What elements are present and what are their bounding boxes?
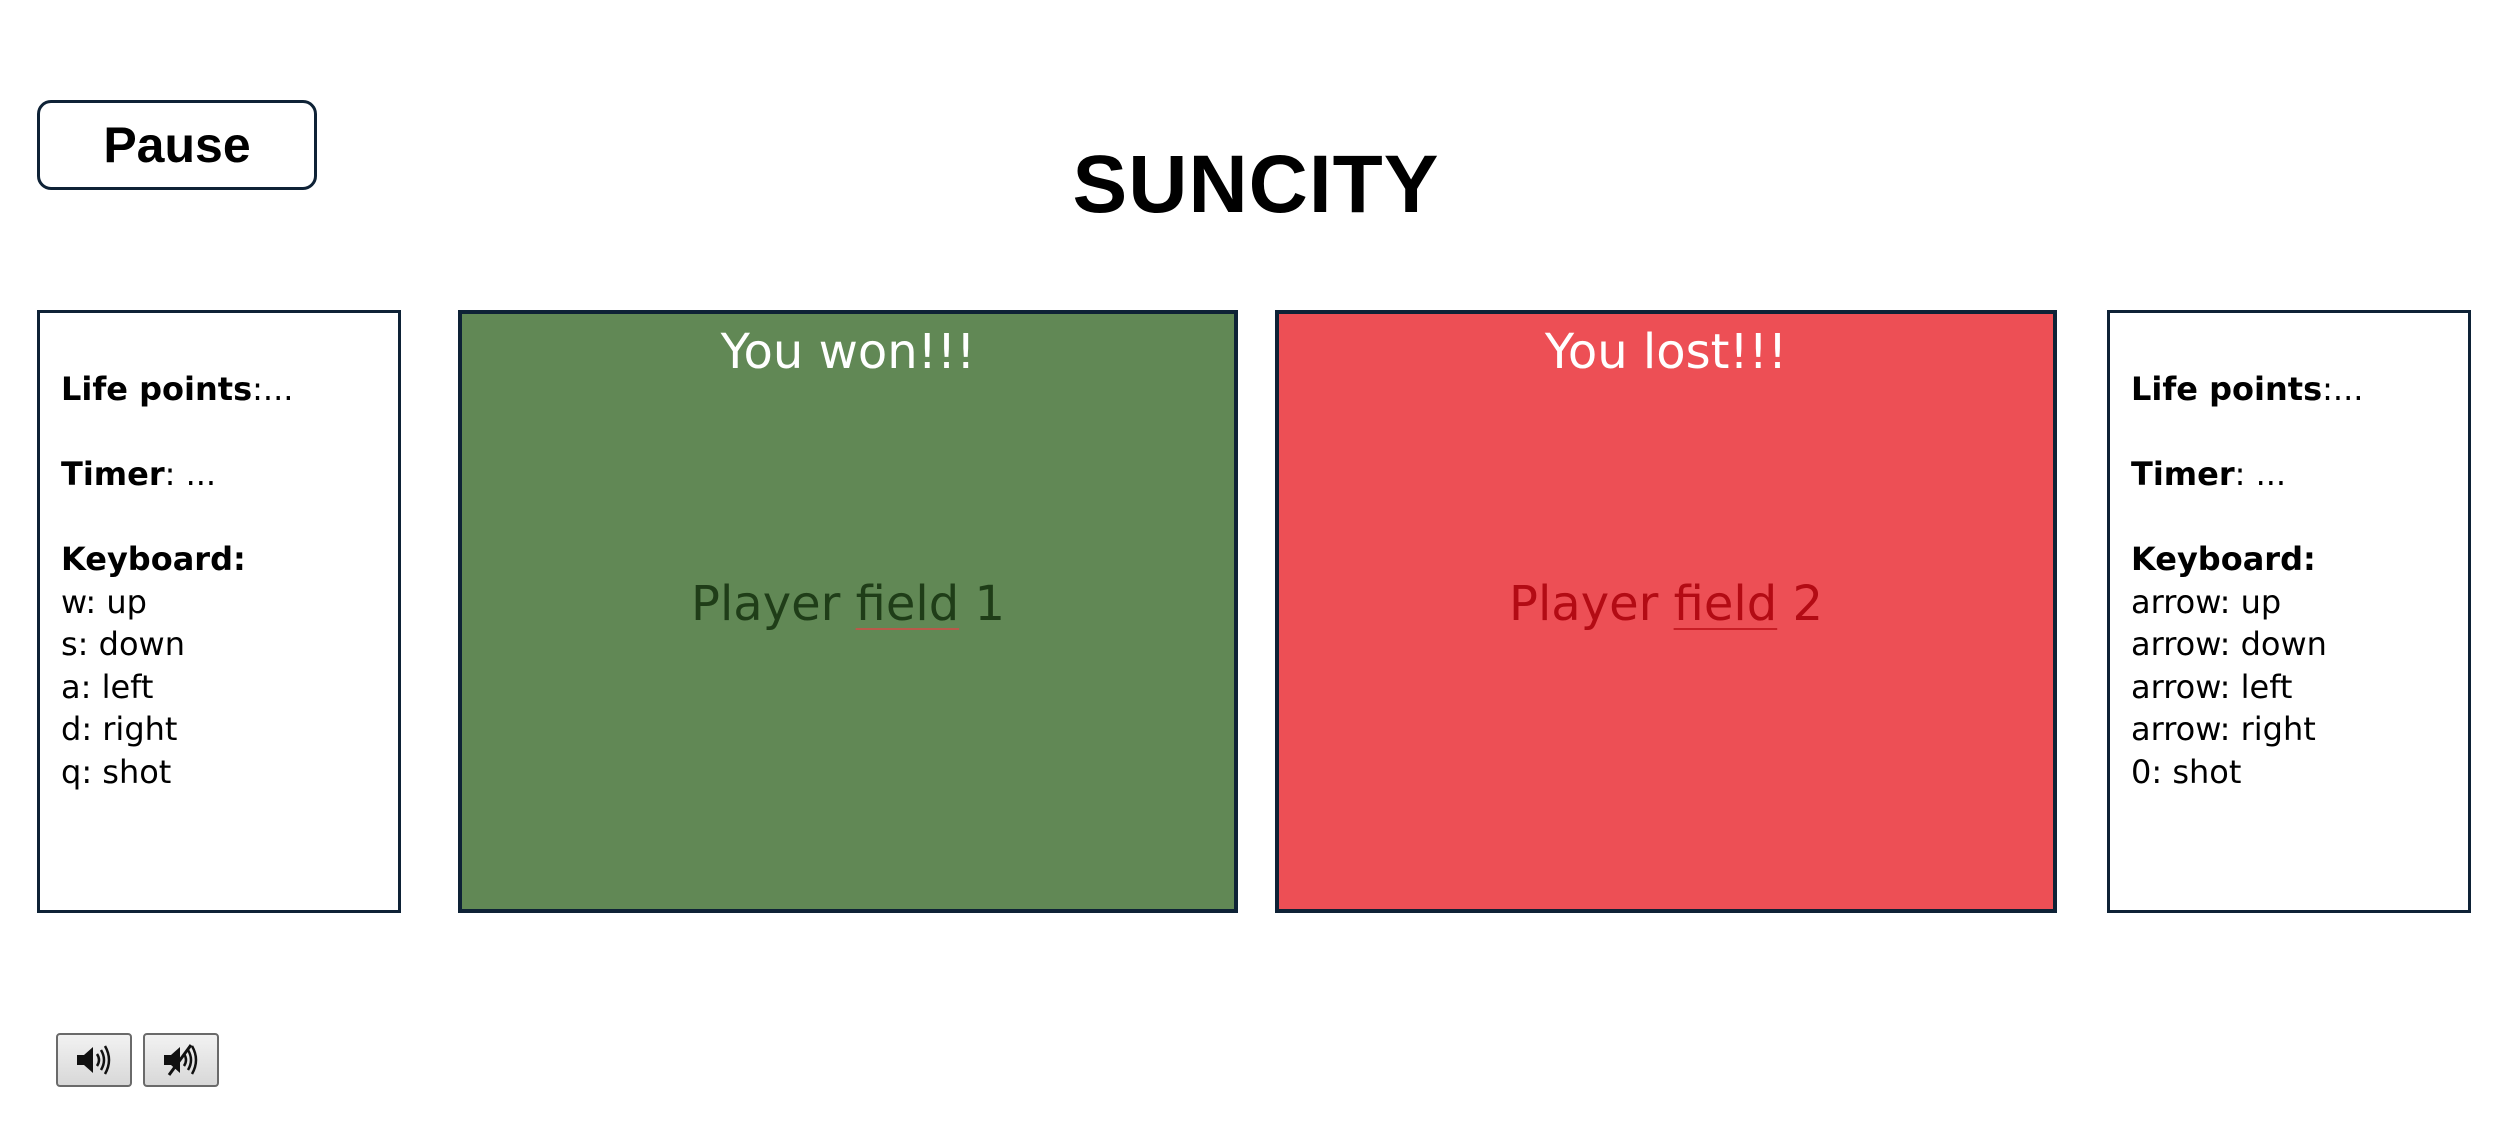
player-field-2-label: Player field 2 [1279, 576, 2053, 632]
player2-life-points: Life points:... [2131, 368, 2468, 411]
player2-key-up: arrow: up [2131, 582, 2282, 621]
label-underlined-word: field [855, 576, 960, 632]
speaker-off-icon [164, 1044, 198, 1076]
player1-life-points: Life points:... [61, 368, 398, 411]
player1-key-left: a: left [61, 667, 154, 706]
player-field-2[interactable]: You lost!!! Player field 2 [1275, 310, 2057, 913]
label-suffix: 1 [959, 576, 1005, 632]
player1-keyboard-heading: Keyboard: [61, 538, 398, 581]
life-points-value: :... [252, 370, 294, 408]
label-underlined-word: field [1673, 576, 1778, 632]
player2-info-panel: Life points:... Timer: ... Keyboard: arr… [2107, 310, 2471, 913]
timer-label: Timer [61, 455, 165, 493]
player2-key-right: arrow: right [2131, 710, 2316, 748]
timer-label: Timer [2131, 455, 2235, 493]
player2-key-shot: 0: shot [2131, 752, 2242, 791]
player1-result-text: You won!!! [720, 324, 976, 380]
life-points-value: :... [2322, 370, 2364, 408]
player-field-1[interactable]: You won!!! Player field 1 [458, 310, 1238, 913]
game-title: SUNCITY [1072, 139, 1440, 230]
keyboard-label: Keyboard: [61, 540, 246, 578]
timer-value: : ... [164, 455, 217, 493]
keyboard-label: Keyboard: [2131, 540, 2316, 578]
life-points-label: Life points [61, 370, 253, 408]
label-prefix: Player [691, 576, 856, 632]
timer-value: : ... [2234, 455, 2287, 493]
player-field-1-label: Player field 1 [462, 576, 1234, 632]
player1-key-up: w: up [61, 582, 147, 621]
speaker-on-icon [77, 1045, 111, 1075]
player1-key-right: d: right [61, 710, 178, 748]
player1-key-down: s: down [61, 625, 185, 663]
player2-keyboard-heading: Keyboard: [2131, 538, 2468, 581]
player1-timer: Timer: ... [61, 453, 398, 496]
player2-timer: Timer: ... [2131, 453, 2468, 496]
sound-off-button[interactable] [143, 1033, 219, 1087]
player1-key-shot: q: shot [61, 752, 172, 791]
player2-key-left: arrow: left [2131, 667, 2293, 706]
label-prefix: Player [1509, 576, 1674, 632]
life-points-label: Life points [2131, 370, 2323, 408]
label-suffix: 2 [1777, 576, 1823, 632]
sound-on-button[interactable] [56, 1033, 132, 1087]
player2-key-down: arrow: down [2131, 625, 2327, 663]
player2-result-text: You lost!!! [1544, 324, 1788, 380]
player1-info-panel: Life points:... Timer: ... Keyboard: w: … [37, 310, 401, 913]
